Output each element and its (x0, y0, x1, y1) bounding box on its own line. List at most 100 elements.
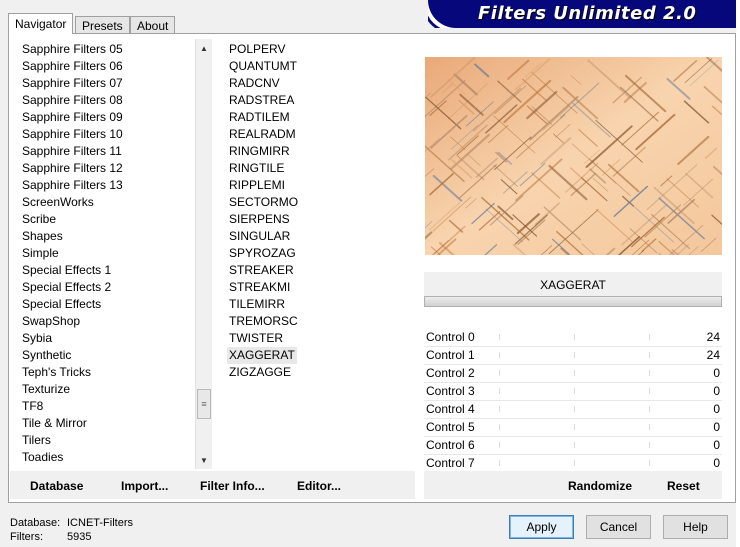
category-item[interactable]: Sapphire Filters 10 (22, 126, 123, 143)
slider-tick (574, 460, 575, 466)
category-item[interactable]: Tilers (22, 432, 51, 449)
scroll-down-icon[interactable]: ▼ (196, 453, 212, 469)
category-item[interactable]: Special Effects 1 (22, 262, 111, 279)
category-item[interactable]: Sapphire Filters 08 (22, 92, 123, 109)
database-value: ICNET-Filters (67, 517, 133, 529)
scroll-thumb[interactable]: ≡ (197, 389, 211, 419)
filter-item[interactable]: RINGMIRR (229, 143, 290, 160)
filter-item[interactable]: TILEMIRR (229, 296, 285, 313)
control-slider-row[interactable]: Control 3 0 (424, 382, 722, 401)
current-filter-name: XAGGERAT (424, 272, 722, 296)
control-slider-row[interactable]: Control 6 0 (424, 436, 722, 455)
slider-tick (649, 352, 650, 358)
filter-info-button[interactable]: Filter Info... (200, 479, 265, 493)
filter-item[interactable]: SECTORMO (229, 194, 298, 211)
database-button[interactable]: Database (30, 479, 83, 493)
category-item[interactable]: Sybia (22, 330, 52, 347)
slider-tick (574, 388, 575, 394)
help-button[interactable]: Help (663, 515, 728, 539)
slider-tick (574, 370, 575, 376)
control-label: Control 0 (426, 330, 475, 344)
slider-tick (649, 442, 650, 448)
filter-item[interactable]: REALRADM (229, 126, 296, 143)
grip-icon: ≡ (201, 399, 207, 409)
tab-presets[interactable]: Presets (75, 16, 130, 34)
filter-item[interactable]: STREAKER (229, 262, 294, 279)
slider-tick (499, 442, 500, 448)
control-value: 0 (713, 366, 720, 380)
filter-item[interactable]: RADSTREA (229, 92, 294, 109)
category-item[interactable]: Shapes (22, 228, 63, 245)
editor-button[interactable]: Editor... (297, 479, 341, 493)
scroll-up-icon[interactable]: ▲ (196, 41, 212, 57)
category-scrollbar[interactable]: ▲ ≡ ▼ (195, 39, 212, 469)
control-value: 24 (706, 330, 720, 344)
category-item[interactable]: Sapphire Filters 09 (22, 109, 123, 126)
category-item[interactable]: Sapphire Filters 11 (22, 143, 122, 160)
preview-image (425, 57, 722, 255)
category-item[interactable]: Teph's Tricks (22, 364, 91, 381)
import-button[interactable]: Import... (121, 479, 168, 493)
slider-tick (574, 406, 575, 412)
filter-list[interactable]: POLPERV QUANTUMT RADCNV RADSTREA RADTILEM REA… (216, 39, 416, 469)
filter-item[interactable]: RADTILEM (229, 109, 290, 126)
category-item[interactable]: Sapphire Filters 12 (22, 160, 123, 177)
left-button-bar: Database Import... Filter Info... Editor… (10, 471, 415, 499)
slider-tick (499, 370, 500, 376)
filter-item[interactable]: TWISTER (229, 330, 283, 347)
tab-about[interactable]: About (130, 16, 176, 34)
control-value: 24 (706, 348, 720, 362)
window-edge (736, 0, 740, 547)
category-item[interactable]: Sapphire Filters 07 (22, 75, 123, 92)
control-slider-row[interactable]: Control 5 0 (424, 418, 722, 437)
slider-tick (649, 460, 650, 466)
slider-tick (574, 352, 575, 358)
category-item[interactable]: Texturize (22, 381, 70, 398)
filter-item[interactable]: TREMORSC (229, 313, 298, 330)
category-item[interactable]: Sapphire Filters 13 (22, 177, 123, 194)
filter-item[interactable]: SPYROZAG (229, 245, 296, 262)
category-item[interactable]: Scribe (22, 211, 56, 228)
control-slider-row[interactable]: Control 4 0 (424, 400, 722, 419)
category-item[interactable]: Sapphire Filters 05 (22, 41, 123, 58)
category-item[interactable]: ScreenWorks (22, 194, 94, 211)
right-button-bar: Randomize Reset (424, 471, 722, 499)
category-item[interactable]: TF8 (22, 398, 43, 415)
filter-item[interactable]: RINGTILE (229, 160, 284, 177)
control-slider-row[interactable]: Control 2 0 (424, 364, 722, 383)
category-list[interactable]: Sapphire Filters 05 Sapphire Filters 06 Sa… (10, 39, 195, 469)
category-item[interactable]: Special Effects 2 (22, 279, 111, 296)
filter-item[interactable]: QUANTUMT (229, 58, 297, 75)
database-status: Database: ICNET-Filters Filters: 5935 (10, 516, 133, 544)
apply-button[interactable]: Apply (509, 515, 574, 539)
category-item[interactable]: Toadies (22, 449, 63, 466)
tab-navigator[interactable]: Navigator (8, 13, 74, 34)
filter-item[interactable]: SIERPENS (229, 211, 290, 228)
category-item[interactable]: Tile & Mirror (22, 415, 87, 432)
filter-item[interactable]: SINGULAR (229, 228, 290, 245)
reset-button[interactable]: Reset (667, 479, 700, 493)
filter-item[interactable]: RADCNV (229, 75, 280, 92)
cancel-button[interactable]: Cancel (586, 515, 651, 539)
slider-tick (499, 424, 500, 430)
product-banner: Filters Unlimited 2.0 (428, 0, 740, 28)
slider-tick (649, 424, 650, 430)
category-item[interactable]: Sapphire Filters 06 (22, 58, 123, 75)
category-item[interactable]: Simple (22, 245, 59, 262)
filters-count: 5935 (67, 531, 92, 543)
filter-preview (425, 57, 722, 255)
control-value: 0 (713, 420, 720, 434)
control-label: Control 2 (426, 366, 475, 380)
control-slider-row[interactable]: Control 1 24 (424, 346, 722, 365)
randomize-button[interactable]: Randomize (568, 479, 632, 493)
filter-item[interactable]: STREAKMI (229, 279, 290, 296)
category-item[interactable]: Synthetic (22, 347, 71, 364)
category-item[interactable]: Special Effects (22, 296, 101, 313)
filter-item[interactable]: RIPPLEMI (229, 177, 285, 194)
filter-item[interactable]: POLPERV (229, 41, 285, 58)
filter-item[interactable]: XAGGERAT (227, 347, 297, 364)
progress-bar (424, 296, 722, 307)
category-item[interactable]: SwapShop (22, 313, 80, 330)
control-slider-row[interactable]: Control 0 24 (424, 328, 722, 347)
filter-item[interactable]: ZIGZAGGE (229, 364, 291, 381)
